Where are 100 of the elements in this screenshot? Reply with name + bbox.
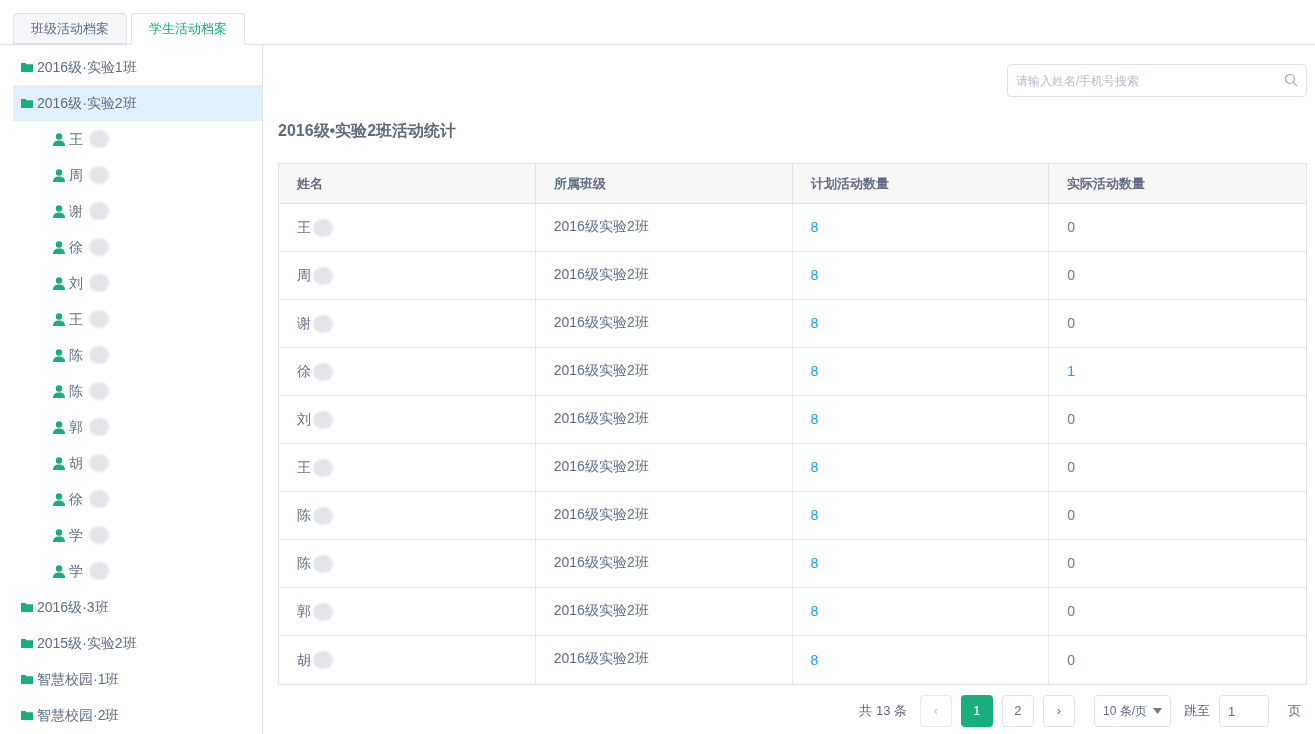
student-name: 胡 (69, 453, 83, 473)
student-name: 刘 (69, 273, 83, 293)
student-item[interactable]: 刘 (13, 265, 262, 301)
table-cell-text: 0 (1067, 266, 1076, 285)
count-link[interactable]: 8 (810, 457, 819, 478)
class-name: 2016级·3班 (37, 597, 109, 617)
blur-smudge (89, 454, 109, 472)
blur-smudge (89, 130, 109, 148)
count-link[interactable]: 8 (810, 265, 819, 286)
blur-smudge (89, 346, 109, 364)
person-icon (53, 168, 65, 182)
folder-icon (21, 602, 33, 612)
student-name: 徐 (69, 237, 83, 257)
page-unit: 页 (1288, 702, 1301, 721)
blur-smudge (313, 506, 333, 525)
count-link[interactable]: 8 (810, 361, 819, 382)
class-name: 2015级·实验2班 (37, 633, 137, 653)
folder-icon (21, 62, 33, 72)
student-name: 谢 (69, 201, 83, 221)
table-cell-text: 谢 (297, 314, 311, 333)
blur-smudge (313, 362, 333, 381)
blur-smudge (313, 410, 333, 429)
person-icon (53, 132, 65, 146)
column-header: 实际活动数量 (1066, 174, 1147, 193)
student-item[interactable]: 王 (13, 121, 262, 157)
table-cell-text: 0 (1067, 602, 1076, 621)
page-button[interactable]: 2 (1002, 695, 1034, 727)
student-name: 徐 (69, 489, 83, 509)
table-cell-text: 2016级实验2班 (553, 649, 649, 668)
blur-smudge (89, 382, 109, 400)
search-icon (1284, 73, 1298, 87)
table-cell-text: 2016级实验2班 (553, 553, 649, 572)
student-name: 学 (69, 525, 83, 545)
blur-smudge (89, 166, 109, 184)
table-cell-text: 刘 (297, 410, 311, 429)
person-icon (53, 204, 65, 218)
folder-icon (21, 710, 33, 720)
student-item[interactable]: 王 (13, 301, 262, 337)
table-cell-text: 2016级实验2班 (553, 217, 649, 236)
caret-icon (1153, 708, 1162, 714)
folder-icon (21, 674, 33, 684)
student-name: 学 (69, 561, 83, 581)
page-button[interactable]: 1 (961, 695, 993, 727)
student-name: 郭 (69, 417, 83, 437)
student-item[interactable]: 周 (13, 157, 262, 193)
folder-icon (21, 638, 33, 648)
table-cell-text: 2016级实验2班 (553, 457, 649, 476)
count-link[interactable]: 8 (810, 649, 819, 671)
count-link[interactable]: 8 (810, 601, 819, 622)
table-cell-text: 胡 (297, 650, 311, 670)
person-icon (53, 276, 65, 290)
page-input[interactable]: 1 (1219, 695, 1269, 727)
jump-label: 跳至 (1184, 702, 1210, 721)
tree-item[interactable]: 2016级·实验2班 (13, 85, 262, 121)
class-name: 智慧校园·2班 (37, 705, 120, 725)
count-link[interactable]: 8 (810, 217, 819, 238)
table-cell-text: 2016级实验2班 (553, 313, 649, 332)
blur-smudge (89, 490, 109, 508)
table-cell-text: 王 (297, 218, 311, 237)
count-link[interactable]: 8 (810, 313, 819, 334)
person-icon (53, 348, 65, 362)
count-link[interactable]: 8 (810, 505, 819, 526)
next-page-button[interactable]: › (1043, 695, 1075, 727)
blur-smudge (89, 310, 109, 328)
blur-smudge (89, 238, 109, 256)
student-item[interactable]: 徐 (13, 481, 262, 517)
person-icon (53, 312, 65, 326)
student-item[interactable]: 徐 (13, 229, 262, 265)
student-item[interactable]: 谢 (13, 193, 262, 229)
table-cell-text: 陈 (297, 506, 311, 525)
student-item[interactable]: 学 (13, 517, 262, 553)
table-cell-text: 0 (1067, 554, 1076, 573)
student-item[interactable]: 陈 (13, 373, 262, 409)
count-link[interactable]: 8 (810, 409, 819, 430)
tab[interactable]: 班级活动档案 (13, 13, 127, 44)
table-cell-text: 2016级实验2班 (553, 505, 649, 524)
person-icon (53, 456, 65, 470)
table-cell-text: 陈 (297, 554, 311, 573)
student-item[interactable]: 陈 (13, 337, 262, 373)
total-count: 共 13 条 (859, 702, 907, 721)
table-cell-text: 0 (1067, 410, 1076, 429)
tab[interactable]: 学生活动档案 (131, 13, 245, 45)
page-size-select[interactable]: 10 条/页 (1094, 695, 1171, 727)
blur-smudge (89, 526, 109, 544)
student-name: 陈 (69, 345, 83, 365)
count-link[interactable]: 8 (810, 553, 819, 574)
person-icon (53, 492, 65, 506)
student-name: 王 (69, 309, 83, 329)
student-name: 陈 (69, 381, 83, 401)
student-item[interactable]: 郭 (13, 409, 262, 445)
search-field[interactable]: 请输入姓名/手机号搜索 (1007, 64, 1307, 97)
column-header: 所属班级 (535, 164, 793, 203)
blur-smudge (313, 218, 333, 237)
count-link[interactable]: 1 (1067, 361, 1076, 382)
person-icon (53, 420, 65, 434)
student-item[interactable]: 学 (13, 553, 262, 589)
student-item[interactable]: 胡 (13, 445, 262, 481)
table-cell-text: 2016级实验2班 (553, 601, 649, 620)
table-cell-text: 0 (1067, 458, 1076, 477)
blur-smudge (313, 651, 333, 669)
